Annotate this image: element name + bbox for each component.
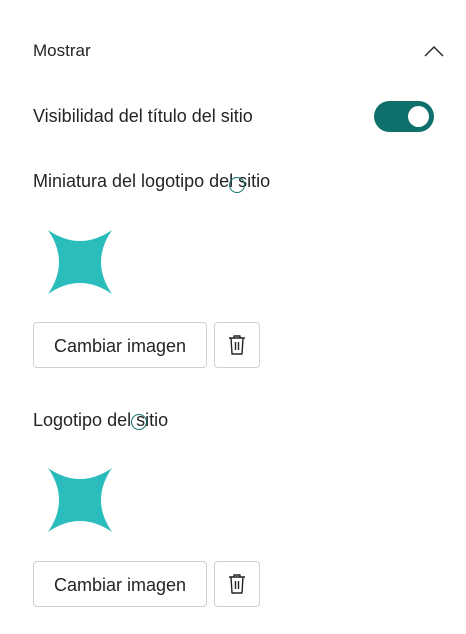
focus-ring-icon [131, 414, 147, 430]
change-thumbnail-button[interactable]: Cambiar imagen [33, 322, 207, 368]
toggle-knob [408, 105, 429, 127]
chevron-up-icon[interactable] [423, 40, 445, 62]
site-title-visibility-toggle[interactable] [374, 100, 434, 132]
section-title: Mostrar [33, 41, 91, 60]
trash-icon [229, 335, 245, 355]
change-logo-button[interactable]: Cambiar imagen [33, 561, 207, 607]
focus-ring-icon [229, 177, 245, 193]
delete-thumbnail-button[interactable] [214, 322, 260, 368]
site-logo-label: Logotipo del sitio [33, 410, 169, 430]
logo-thumbnail-image [48, 230, 112, 294]
section-header-mostrar[interactable]: Mostrar [33, 36, 445, 66]
trash-icon [229, 574, 245, 594]
site-logo-image [48, 468, 112, 532]
site-title-visibility-label: Visibilidad del título del sitio [33, 105, 253, 126]
delete-logo-button[interactable] [214, 561, 260, 607]
site-title-visibility-row: Visibilidad del título del sitio [33, 100, 434, 132]
